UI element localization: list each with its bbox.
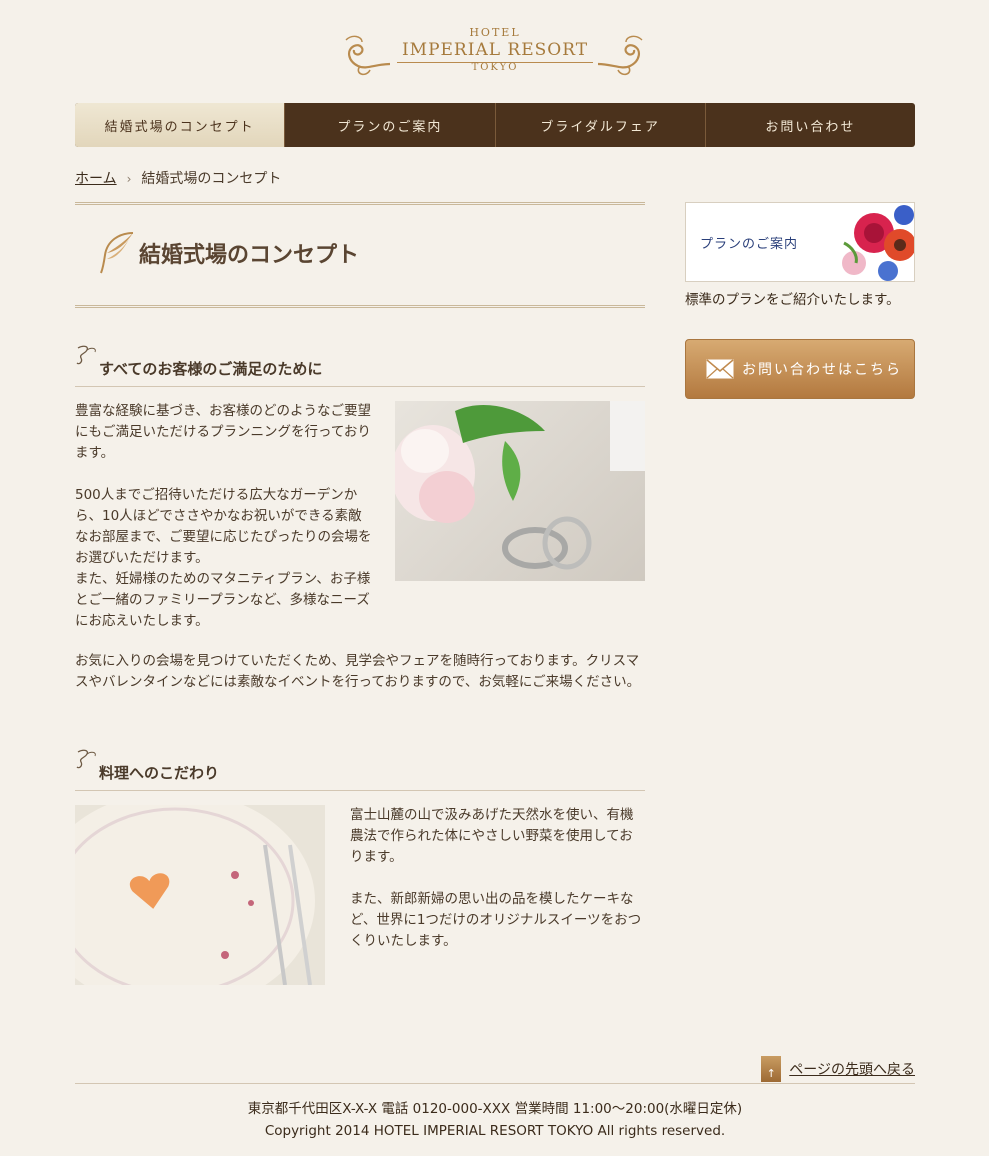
heart-sweet-photo: [75, 805, 325, 985]
page-title: 結婚式場のコンセプト: [139, 243, 360, 268]
breadcrumb: ホーム › 結婚式場のコンセプト: [75, 168, 281, 188]
wedding-rings-photo: [395, 401, 645, 581]
section1-paragraph-2a: 500人までご招待いただける広大なガーデンから、10人ほどでささやかなお祝いがで…: [75, 487, 372, 566]
flower-bouquet-icon: [842, 205, 914, 281]
section2-paragraph-2: また、新郎新婦の思い出の品を模したケーキなど、世界に1つだけのオリジナルスイーツ…: [350, 891, 642, 949]
nav-item-bridal-fair[interactable]: ブライダルフェア: [494, 103, 705, 147]
footer-divider: [75, 1083, 915, 1084]
plan-banner[interactable]: プランのご案内: [685, 202, 915, 282]
main-content: 結婚式場のコンセプト すべてのお客様のご満足のために 豊富な経験に基づき、お客様…: [75, 202, 645, 991]
flourish-icon: [76, 345, 96, 365]
feather-icon: [100, 232, 134, 274]
flourish-icon: [76, 749, 96, 769]
global-nav: 結婚式場のコンセプト プランのご案内 ブライダルフェア お問い合わせ: [75, 103, 915, 147]
footer-address: 東京都千代田区X-X-X 電話 0120-000-XXX 営業時間 11:00〜…: [247, 1101, 743, 1117]
envelope-icon: [706, 359, 734, 379]
chevron-right-icon: ›: [126, 172, 132, 186]
section-heading-text: すべてのお客様のご満足のために: [99, 360, 323, 378]
plan-banner-label: プランのご案内: [700, 237, 799, 252]
sidebar: プランのご案内 標準のプランをご紹介いたします。 お問い合わせはこちら: [685, 202, 915, 399]
section1-paragraph-2b: また、妊婦様のためのマタニティプラン、お子様とご一緒のファミリープランなど、多様…: [75, 571, 371, 629]
right-ornament-icon: [597, 35, 643, 76]
back-to-top-link[interactable]: ページの先頭へ戻る: [789, 1059, 915, 1079]
breadcrumb-current: 結婚式場のコンセプト: [141, 171, 282, 187]
section2-paragraph-1: 富士山麓の山で汲みあげた天然水を使い、有機農法で作られた体にやさしい野菜を使用し…: [350, 807, 634, 865]
page-title-box: 結婚式場のコンセプト: [75, 202, 645, 308]
contact-button-label: お問い合わせはこちら: [742, 362, 902, 378]
hotel-logo[interactable]: HOTEL IMPERIAL RESORT TOKYO: [340, 24, 650, 80]
nav-item-contact[interactable]: お問い合わせ: [704, 103, 915, 147]
arrow-up-icon[interactable]: ↑: [761, 1056, 782, 1082]
contact-button[interactable]: お問い合わせはこちら: [685, 339, 915, 399]
section-heading-cuisine: 料理へのこだわり: [75, 744, 645, 791]
section1-paragraph-3: お気に入りの会場を見つけていただくため、見学会やフェアを随時行っております。クリ…: [75, 653, 641, 690]
breadcrumb-home-link[interactable]: ホーム: [75, 171, 117, 187]
nav-item-plans[interactable]: プランのご案内: [284, 103, 494, 147]
plan-description: 標準のプランをご紹介いたします。: [685, 292, 900, 308]
section-heading-satisfaction: すべてのお客様のご満足のために: [75, 340, 645, 387]
section1-paragraph-1: 豊富な経験に基づき、お客様のどのようなご要望にもご満足いただけるプランニングを行…: [75, 403, 372, 461]
back-to-top: ↑ ページの先頭へ戻る: [761, 1056, 915, 1082]
nav-item-concept[interactable]: 結婚式場のコンセプト: [75, 103, 285, 147]
footer-copyright: Copyright 2014 HOTEL IMPERIAL RESORT TOK…: [264, 1123, 726, 1139]
section-heading-text: 料理へのこだわり: [99, 764, 220, 782]
footer: 東京都千代田区X-X-X 電話 0120-000-XXX 営業時間 11:00〜…: [75, 1098, 915, 1142]
